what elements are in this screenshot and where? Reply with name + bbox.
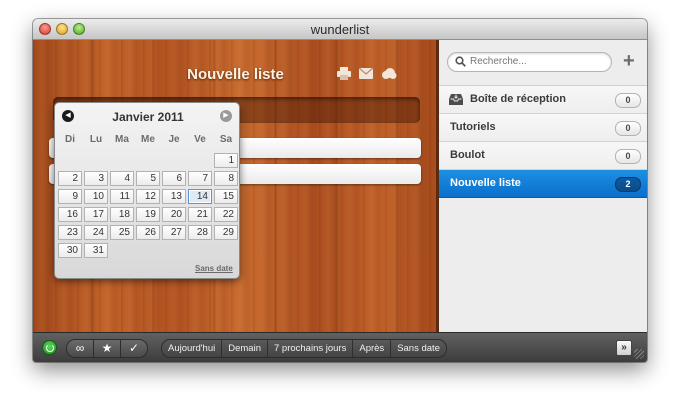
calendar-day[interactable]: 31	[84, 243, 108, 258]
calendar-day[interactable]: 4	[110, 171, 134, 186]
infinity-icon[interactable]: ∞	[66, 339, 94, 358]
calendar-day[interactable]: 10	[84, 189, 108, 204]
weekday-label: Je	[168, 134, 180, 145]
calendar-day[interactable]: 29	[214, 225, 238, 240]
calendar-day[interactable]: 16	[58, 207, 82, 222]
calendar-day[interactable]: 26	[136, 225, 160, 240]
calendar-day[interactable]: 15	[214, 189, 238, 204]
calendar-day[interactable]: 21	[188, 207, 212, 222]
sidebar-item-tutoriels[interactable]: Tutoriels 0	[439, 114, 647, 142]
sidebar-item-label: Boulot	[450, 149, 485, 161]
no-date-link[interactable]: Sans date	[195, 264, 233, 273]
count-badge: 2	[615, 177, 641, 192]
calendar-day[interactable]: 25	[110, 225, 134, 240]
star-icon[interactable]: ★	[93, 339, 121, 358]
weekday-label: Ma	[115, 134, 129, 145]
weekday-label: Di	[65, 134, 75, 145]
search-box[interactable]	[447, 52, 612, 72]
calendar-day[interactable]: 13	[162, 189, 186, 204]
weekday-label: Me	[141, 134, 155, 145]
sidebar-item-label: Tutoriels	[450, 121, 496, 133]
window-title: wunderlist	[310, 22, 370, 37]
calendar-day[interactable]: 30	[58, 243, 82, 258]
resize-grip[interactable]	[634, 349, 644, 359]
calendar-day[interactable]: 28	[188, 225, 212, 240]
filter-later[interactable]: Après	[353, 340, 392, 357]
calendar-day[interactable]: 7	[188, 171, 212, 186]
sidebar-item-label: Boîte de réception	[470, 93, 566, 105]
sidebar-item-boulot[interactable]: Boulot 0	[439, 142, 647, 170]
date-filter-group: Aujourd'hui Demain 7 prochains jours Apr…	[161, 339, 447, 358]
count-badge: 0	[615, 93, 641, 108]
title-bar[interactable]: wunderlist	[33, 19, 647, 40]
filter-next-7-days[interactable]: 7 prochains jours	[268, 340, 354, 357]
weekday-label: Lu	[89, 134, 103, 145]
sync-icon[interactable]	[42, 340, 57, 355]
next-month-button[interactable]: ▶	[220, 110, 232, 122]
calendar-day[interactable]: 17	[84, 207, 108, 222]
calendar-day[interactable]: 24	[84, 225, 108, 240]
filter-tomorrow[interactable]: Demain	[222, 340, 268, 357]
list-title: Nouvelle liste	[187, 66, 284, 83]
calendar-month-label: Janvier 2011	[112, 110, 184, 124]
weekday-label: Sa	[219, 134, 233, 145]
check-icon[interactable]: ✓	[120, 339, 148, 358]
calendar-day[interactable]: 2	[58, 171, 82, 186]
calendar-day[interactable]: 1	[214, 153, 238, 168]
sidebar-item-label: Nouvelle liste	[450, 177, 521, 189]
calendar-day[interactable]: 5	[136, 171, 160, 186]
count-badge: 0	[615, 149, 641, 164]
sidebar-item-inbox[interactable]: Boîte de réception 0	[439, 86, 647, 114]
calendar-day[interactable]: 23	[58, 225, 82, 240]
bottom-toolbar: ∞ ★ ✓ Aujourd'hui Demain 7 prochains jou…	[33, 332, 647, 362]
filter-no-date[interactable]: Sans date	[391, 340, 446, 357]
weekday-label: Ve	[194, 134, 206, 145]
sidebar-item-nouvelle-liste[interactable]: Nouvelle liste 2	[439, 170, 647, 198]
calendar-day[interactable]: 9	[58, 189, 82, 204]
calendar-day[interactable]: 8	[214, 171, 238, 186]
calendar-day[interactable]: 11	[110, 189, 134, 204]
sidebar: + Boîte de réception 0 Tutoriels 0 Boulo…	[439, 40, 647, 332]
calendar-day[interactable]: 12	[136, 189, 160, 204]
calendar-day[interactable]: 3	[84, 171, 108, 186]
calendar-day[interactable]: 22	[214, 207, 238, 222]
expand-button[interactable]: »	[616, 340, 632, 356]
calendar-day-today[interactable]: 14	[188, 189, 212, 204]
count-badge: 0	[615, 121, 641, 136]
date-picker: ◀ Janvier 2011 ▶ Di Lu Ma Me Je Ve Sa 12345678…	[54, 102, 240, 279]
search-icon	[455, 56, 466, 67]
calendar-day[interactable]: 27	[162, 225, 186, 240]
inbox-icon	[449, 94, 463, 105]
calendar-day[interactable]: 6	[162, 171, 186, 186]
calendar-day[interactable]: 20	[162, 207, 186, 222]
calendar-day[interactable]: 18	[110, 207, 134, 222]
filter-today[interactable]: Aujourd'hui	[162, 340, 223, 357]
search-input[interactable]	[470, 54, 600, 69]
calendar-day[interactable]: 19	[136, 207, 160, 222]
app-window: wunderlist Nouvelle liste ◀ Janvier 2011…	[33, 19, 647, 362]
add-list-button[interactable]: +	[623, 51, 635, 71]
